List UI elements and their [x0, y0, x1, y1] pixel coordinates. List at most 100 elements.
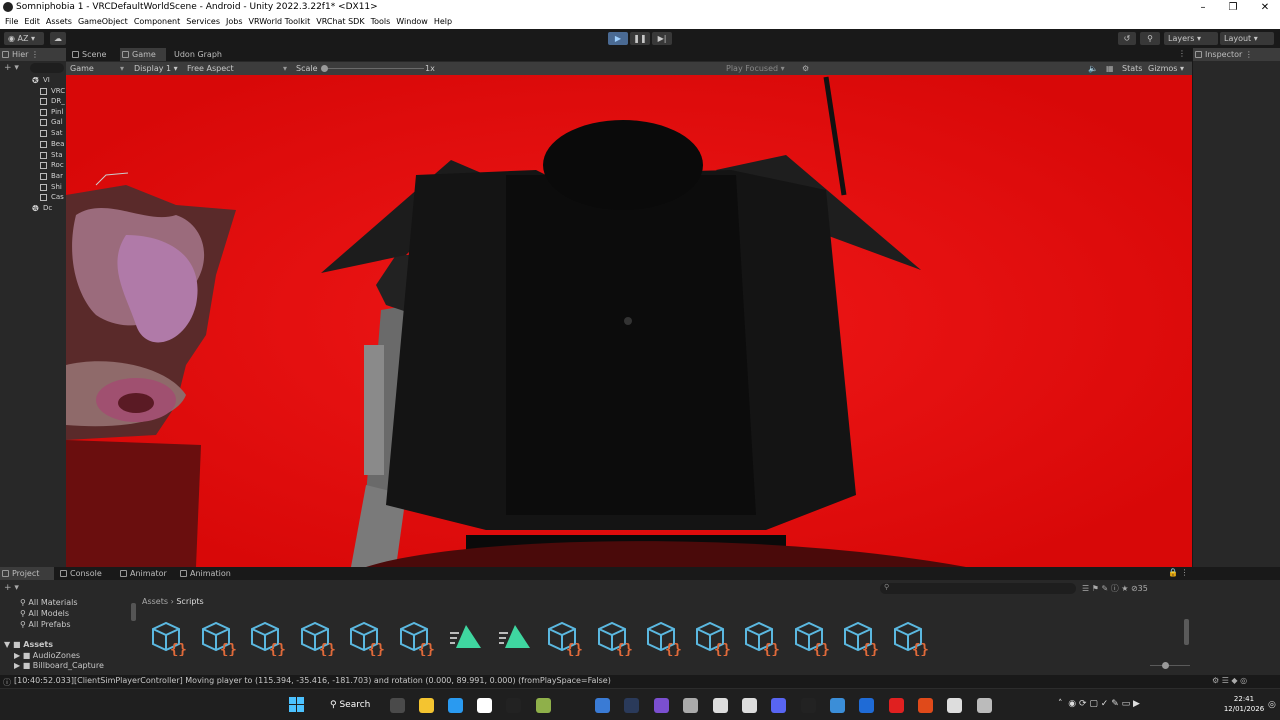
- script-icon[interactable]: {}: [793, 620, 830, 658]
- icon-size-slider-thumb[interactable]: [1162, 662, 1169, 669]
- taskbar-search[interactable]: ⚲ Search: [322, 696, 380, 714]
- notification-icon[interactable]: ◎: [1268, 700, 1276, 710]
- firefox-icon[interactable]: [918, 698, 933, 713]
- hierarchy-item[interactable]: Bar: [0, 171, 66, 181]
- tab-game[interactable]: Game: [120, 48, 166, 61]
- favorite-item[interactable]: ⚲ All Prefabs: [20, 620, 71, 629]
- stats-button[interactable]: Stats: [1122, 62, 1142, 75]
- step-button[interactable]: ▶|: [652, 32, 672, 45]
- script-icon[interactable]: {}: [200, 620, 237, 658]
- maximize-button[interactable]: ❐: [1218, 0, 1248, 15]
- tray-app-icon[interactable]: ✎: [1111, 699, 1119, 709]
- hierarchy-item[interactable]: Bea: [0, 139, 66, 149]
- menu-help[interactable]: Help: [431, 15, 455, 29]
- hierarchy-item[interactable]: Sta: [0, 150, 66, 160]
- tray-app-icon[interactable]: ▢: [1089, 699, 1098, 709]
- tray-app-icon[interactable]: ✓: [1101, 699, 1109, 709]
- scale-slider-thumb[interactable]: [321, 65, 328, 72]
- minimize-button[interactable]: –: [1188, 0, 1218, 15]
- tray-app-icon[interactable]: ◉: [1068, 699, 1076, 709]
- folder-item[interactable]: ▶ ■ AudioZones: [14, 651, 80, 660]
- tag-icon[interactable]: ✎: [1101, 584, 1108, 593]
- icon-size-slider[interactable]: [1150, 665, 1190, 666]
- menu-vrchat-sdk[interactable]: VRChat SDK: [313, 15, 367, 29]
- game-mode-dropdown[interactable]: Game: [70, 62, 94, 75]
- edge-icon[interactable]: [448, 698, 463, 713]
- script-icon[interactable]: {}: [299, 620, 336, 658]
- opera-icon[interactable]: [889, 698, 904, 713]
- menu-services[interactable]: Services: [183, 15, 223, 29]
- play-focused-dropdown[interactable]: Play Focused ▾: [726, 62, 785, 75]
- hierarchy-item[interactable]: Pinl: [0, 107, 66, 117]
- tree-scrollbar[interactable]: [131, 603, 136, 621]
- menu-tools[interactable]: Tools: [368, 15, 394, 29]
- app-icon[interactable]: [801, 698, 816, 713]
- filter-label-icon[interactable]: ⚑: [1092, 584, 1099, 593]
- tab-console[interactable]: Console: [58, 567, 108, 580]
- project-search-input[interactable]: ⚲: [880, 583, 1076, 594]
- script-icon[interactable]: {}: [249, 620, 286, 658]
- tab-menu-icon[interactable]: ⋮: [1178, 49, 1186, 58]
- chevron-up-icon[interactable]: ˄: [1058, 699, 1063, 709]
- gizmos-dropdown[interactable]: Gizmos ▾: [1148, 62, 1184, 75]
- hierarchy-item[interactable]: Shi: [0, 182, 66, 192]
- cloud-icon[interactable]: ☁: [50, 32, 66, 45]
- status-message[interactable]: [10:40:52.033][ClientSimPlayerController…: [14, 676, 611, 685]
- script-icon[interactable]: {}: [743, 620, 780, 658]
- obs-icon[interactable]: [977, 698, 992, 713]
- scale-slider[interactable]: [324, 68, 424, 69]
- grid-icon[interactable]: ▦: [1106, 62, 1114, 75]
- tab-animator[interactable]: Animator: [118, 567, 174, 580]
- favorite-item[interactable]: ⚲ All Materials: [20, 598, 78, 607]
- menu-component[interactable]: Component: [131, 15, 183, 29]
- assets-root[interactable]: ▼ ■ Assets: [4, 640, 53, 649]
- unity-hub-icon[interactable]: [683, 698, 698, 713]
- file-explorer-icon[interactable]: [390, 698, 405, 713]
- aspect-dropdown[interactable]: Free Aspect: [187, 62, 234, 75]
- favorite-icon[interactable]: ★: [1121, 584, 1128, 593]
- menu-assets[interactable]: Assets: [43, 15, 75, 29]
- notepad-plus-icon[interactable]: [830, 698, 845, 713]
- info-icon[interactable]: ⓘ: [1111, 584, 1119, 593]
- tab-scene[interactable]: Scene: [70, 48, 118, 61]
- app-icon[interactable]: [713, 698, 728, 713]
- hierarchy-search[interactable]: [30, 63, 64, 73]
- hierarchy-item[interactable]: Sat: [0, 128, 66, 138]
- volume-icon[interactable]: ▶: [1133, 699, 1140, 709]
- menu-vrworld-toolkit[interactable]: VRWorld Toolkit: [246, 15, 314, 29]
- add-asset-icon[interactable]: + ▾: [4, 583, 19, 593]
- script-icon[interactable]: {}: [348, 620, 385, 658]
- breadcrumb-item[interactable]: Assets: [142, 597, 168, 606]
- shader-icon[interactable]: [448, 620, 484, 656]
- app-icon[interactable]: [536, 698, 551, 713]
- display-dropdown[interactable]: Display 1 ▾: [134, 62, 178, 75]
- tab-inspector[interactable]: Inspector ⋮: [1193, 48, 1280, 61]
- close-button[interactable]: ✕: [1250, 0, 1280, 15]
- script-icon[interactable]: {}: [892, 620, 929, 658]
- tab-hierarchy[interactable]: Hier ⋮: [0, 48, 66, 61]
- history-icon[interactable]: ↺: [1118, 32, 1136, 45]
- hierarchy-root-2[interactable]: ▶ ✪ Dc: [0, 203, 66, 213]
- menu-jobs[interactable]: Jobs: [223, 15, 246, 29]
- hierarchy-root[interactable]: ▼ ✪ VI: [0, 75, 66, 85]
- script-icon[interactable]: {}: [842, 620, 879, 658]
- menu-gameobject[interactable]: GameObject: [75, 15, 131, 29]
- script-icon[interactable]: {}: [645, 620, 682, 658]
- clock[interactable]: 22:41 12/01/2026: [1220, 694, 1268, 714]
- windows-start-icon[interactable]: [289, 697, 305, 713]
- hierarchy-item[interactable]: Cas: [0, 192, 66, 202]
- play-button[interactable]: ▶: [608, 32, 628, 45]
- search-icon[interactable]: ⚲: [1140, 32, 1160, 45]
- script-icon[interactable]: {}: [398, 620, 435, 658]
- hierarchy-item[interactable]: VRC: [0, 86, 66, 96]
- script-icon[interactable]: {}: [596, 620, 633, 658]
- layout-dropdown[interactable]: Layout ▾: [1220, 32, 1274, 45]
- media-player-icon[interactable]: [947, 698, 962, 713]
- lock-icon[interactable]: 🔒 ⋮: [1168, 568, 1189, 577]
- add-icon[interactable]: + ▾: [4, 63, 19, 73]
- menu-edit[interactable]: Edit: [21, 15, 43, 29]
- bug-icon[interactable]: ⚙: [802, 62, 809, 75]
- shader-icon[interactable]: [497, 620, 533, 656]
- favorite-item[interactable]: ⚲ All Models: [20, 609, 69, 618]
- game-viewport[interactable]: [66, 75, 1192, 567]
